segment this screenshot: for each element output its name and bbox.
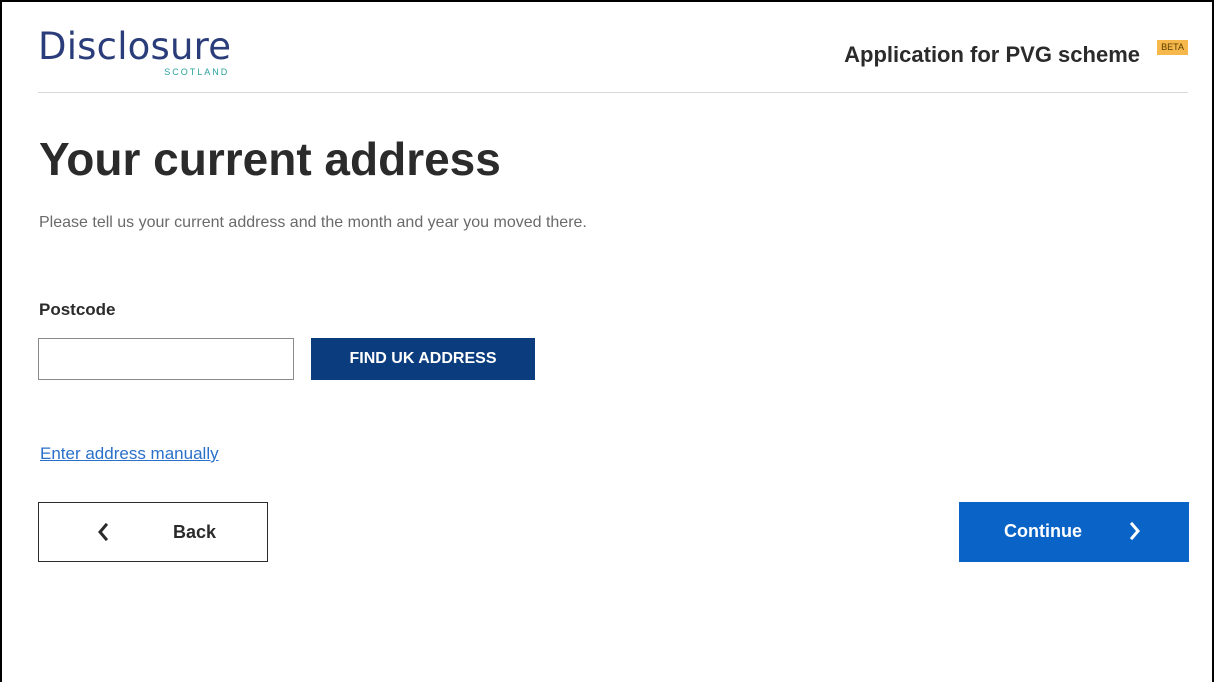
page-frame: Disclosure SCOTLAND Application for PVG … [0, 0, 1214, 682]
chevron-left-icon [98, 522, 109, 542]
service-name: Application for PVG scheme [844, 42, 1140, 67]
disclosure-scotland-logo[interactable]: Disclosure SCOTLAND [38, 28, 231, 77]
continue-button-label: Continue [1004, 521, 1082, 541]
chevron-right-icon [1129, 521, 1140, 541]
beta-badge: BETA [1157, 40, 1188, 55]
page-description: Please tell us your current address and … [39, 214, 587, 231]
page-title: Your current address [39, 133, 501, 185]
back-button-label: Back [173, 522, 217, 542]
postcode-label: Postcode [39, 300, 116, 319]
enter-address-manually-link[interactable]: Enter address manually [40, 444, 219, 464]
postcode-input[interactable] [38, 338, 294, 380]
site-header: Disclosure SCOTLAND Application for PVG … [38, 2, 1188, 93]
back-button[interactable]: Back [38, 502, 268, 562]
find-uk-address-button[interactable]: FIND UK ADDRESS [311, 338, 535, 380]
continue-button[interactable]: Continue [959, 502, 1189, 562]
logo-subtext: SCOTLAND [164, 67, 230, 77]
logo-wordmark: Disclosure [38, 25, 232, 68]
